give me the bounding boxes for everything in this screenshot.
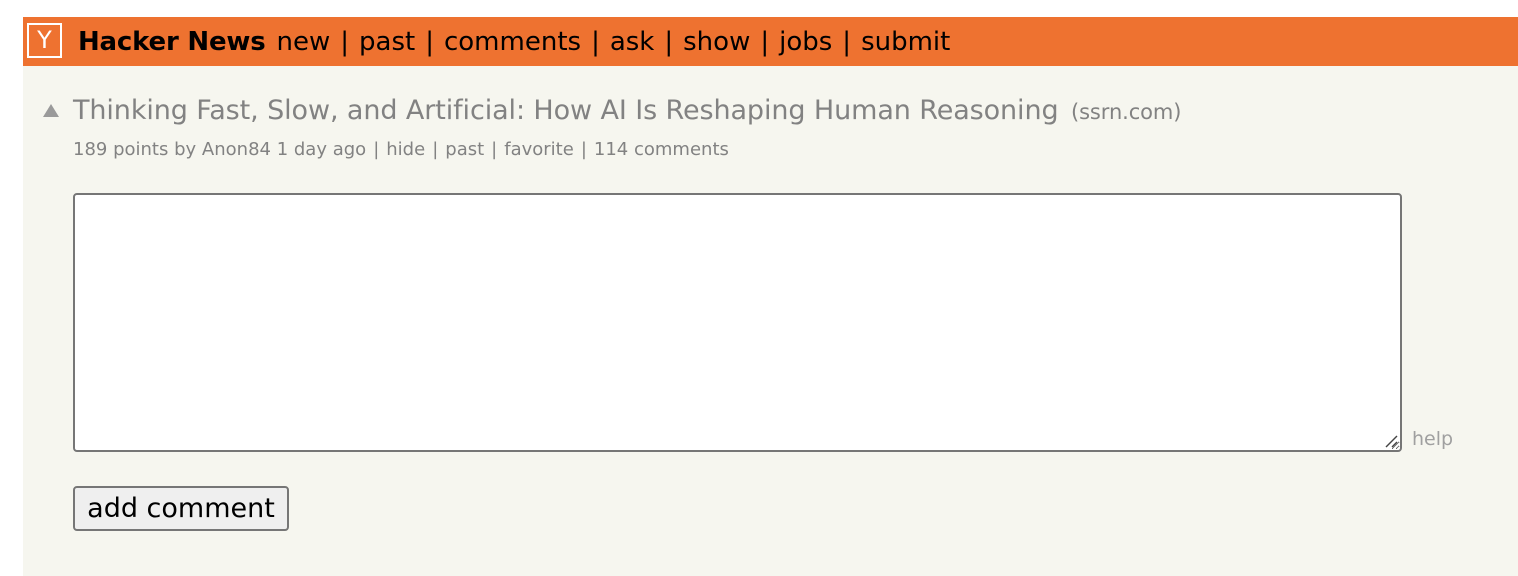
- favorite-link[interactable]: favorite: [504, 139, 574, 160]
- story-subtext: 189 points by Anon84 1 day ago | hide | past…: [73, 139, 729, 160]
- nav-submit-link[interactable]: submit: [861, 27, 950, 57]
- comments-link[interactable]: 114 comments: [594, 139, 729, 160]
- add-comment-button[interactable]: add comment: [73, 486, 289, 531]
- top-bar: Y Hacker News new | past | comments | as…: [23, 17, 1518, 66]
- story-title-link[interactable]: Thinking Fast, Slow, and Artificial: How…: [73, 95, 1059, 126]
- upvote-arrow-icon[interactable]: [43, 104, 59, 117]
- nav-separator: |: [425, 26, 434, 57]
- nav-new-link[interactable]: new: [277, 27, 331, 57]
- subtext-separator: |: [373, 139, 380, 160]
- subtext-separator: |: [580, 139, 587, 160]
- site-title-link[interactable]: Hacker News: [78, 27, 266, 57]
- story-points: 189 points: [73, 139, 169, 160]
- subtext-separator: |: [432, 139, 439, 160]
- comment-textarea[interactable]: [73, 193, 1402, 452]
- nav-bar: Hacker News new | past | comments | ask …: [78, 17, 950, 66]
- by-label: by: [174, 139, 197, 160]
- hide-link[interactable]: hide: [386, 139, 425, 160]
- story-site-link[interactable]: (ssrn.com): [1071, 100, 1181, 124]
- author-link[interactable]: Anon84: [202, 139, 271, 160]
- nav-comments-link[interactable]: comments: [444, 27, 581, 57]
- story-title-line: Thinking Fast, Slow, and Artificial: How…: [73, 95, 1181, 126]
- past-link[interactable]: past: [445, 139, 484, 160]
- y-logo[interactable]: Y: [27, 23, 62, 58]
- nav-ask-link[interactable]: ask: [610, 27, 655, 57]
- page-container: Y Hacker News new | past | comments | as…: [23, 17, 1518, 576]
- resize-grip-icon[interactable]: [1384, 434, 1398, 448]
- nav-past-link[interactable]: past: [359, 27, 415, 57]
- nav-separator: |: [664, 26, 674, 57]
- nav-separator: |: [591, 26, 600, 57]
- nav-show-link[interactable]: show: [683, 27, 750, 57]
- subtext-separator: |: [491, 139, 498, 160]
- nav-jobs-link[interactable]: jobs: [779, 27, 832, 57]
- formatting-help-link[interactable]: help: [1412, 428, 1453, 450]
- nav-separator: |: [842, 26, 852, 57]
- nav-separator: |: [760, 26, 770, 57]
- nav-separator: |: [340, 26, 350, 57]
- story-age-link[interactable]: 1 day ago: [277, 139, 366, 160]
